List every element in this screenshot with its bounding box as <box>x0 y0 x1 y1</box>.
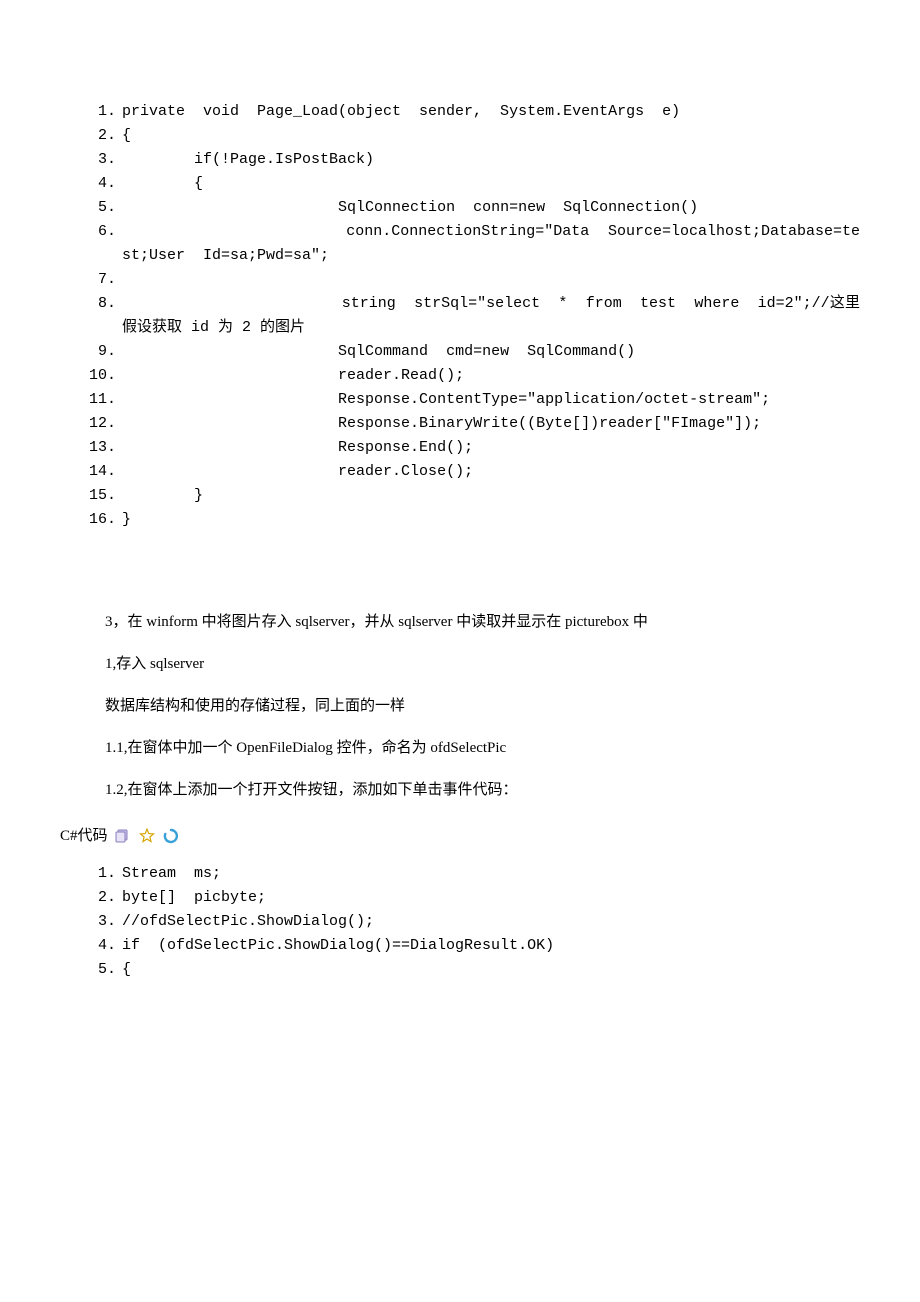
code-line: 6. conn.ConnectionString="Data Source=lo… <box>60 220 860 268</box>
code-text: reader.Close(); <box>122 460 860 484</box>
code-text: Stream ms; <box>122 862 860 886</box>
line-number: 3. <box>60 148 122 172</box>
loading-spinner-icon <box>162 828 180 844</box>
code-line: 13. Response.End(); <box>60 436 860 460</box>
code-text <box>122 268 860 292</box>
line-number: 1. <box>60 100 122 124</box>
code-text: SqlCommand cmd=new SqlCommand() <box>122 340 860 364</box>
code-text: { <box>122 172 860 196</box>
code-label-row: C#代码 <box>60 824 860 848</box>
code-line: 5. SqlConnection conn=new SqlConnection(… <box>60 196 860 220</box>
line-number: 15. <box>60 484 122 508</box>
code-line: 4. if (ofdSelectPic.ShowDialog()==Dialog… <box>60 934 860 958</box>
code-text: conn.ConnectionString="Data Source=local… <box>122 220 860 268</box>
code-text: Response.BinaryWrite((Byte[])reader["FIm… <box>122 412 860 436</box>
code-line: 14. reader.Close(); <box>60 460 860 484</box>
code-block-2: 1. Stream ms; 2. byte[] picbyte; 3. //of… <box>60 862 860 982</box>
code-line: 4. { <box>60 172 860 196</box>
code-text: reader.Read(); <box>122 364 860 388</box>
code-line: 5. { <box>60 958 860 982</box>
document-page: 1. private void Page_Load(object sender,… <box>0 0 920 1072</box>
code-line: 9. SqlCommand cmd=new SqlCommand() <box>60 340 860 364</box>
code-text: { <box>122 124 860 148</box>
paragraph: 3，在 winform 中将图片存入 sqlserver，并从 sqlserve… <box>60 610 860 634</box>
line-number: 10. <box>60 364 122 388</box>
paragraph: 1.2,在窗体上添加一个打开文件按钮，添加如下单击事件代码： <box>60 778 860 802</box>
line-number: 1. <box>60 862 122 886</box>
code-line: 7. <box>60 268 860 292</box>
code-text: byte[] picbyte; <box>122 886 860 910</box>
code-line: 1. Stream ms; <box>60 862 860 886</box>
star-icon[interactable] <box>138 828 156 844</box>
code-line: 8. string strSql="select * from test whe… <box>60 292 860 340</box>
line-number: 4. <box>60 172 122 196</box>
line-number: 9. <box>60 340 122 364</box>
line-number: 5. <box>60 958 122 982</box>
code-text: Response.End(); <box>122 436 860 460</box>
code-line: 11. Response.ContentType="application/oc… <box>60 388 860 412</box>
line-number: 14. <box>60 460 122 484</box>
code-line: 15. } <box>60 484 860 508</box>
line-number: 11. <box>60 388 122 412</box>
line-number: 6. <box>60 220 122 244</box>
line-number: 3. <box>60 910 122 934</box>
code-line: 1. private void Page_Load(object sender,… <box>60 100 860 124</box>
code-text: private void Page_Load(object sender, Sy… <box>122 100 860 124</box>
line-number: 4. <box>60 934 122 958</box>
paragraph: 1,存入 sqlserver <box>60 652 860 676</box>
code-text: } <box>122 508 860 532</box>
code-language-label: C#代码 <box>60 824 108 848</box>
code-text: SqlConnection conn=new SqlConnection() <box>122 196 860 220</box>
code-line: 2. { <box>60 124 860 148</box>
code-text: //ofdSelectPic.ShowDialog(); <box>122 910 860 934</box>
code-block-1: 1. private void Page_Load(object sender,… <box>60 100 860 532</box>
copy-icon[interactable] <box>114 828 132 844</box>
line-number: 13. <box>60 436 122 460</box>
line-number: 16. <box>60 508 122 532</box>
code-line: 10. reader.Read(); <box>60 364 860 388</box>
line-number: 5. <box>60 196 122 220</box>
code-line: 3. if(!Page.IsPostBack) <box>60 148 860 172</box>
code-text: } <box>122 484 860 508</box>
line-number: 7. <box>60 268 122 292</box>
line-number: 12. <box>60 412 122 436</box>
code-text: { <box>122 958 860 982</box>
paragraph: 1.1,在窗体中加一个 OpenFileDialog 控件，命名为 ofdSel… <box>60 736 860 760</box>
paragraph: 数据库结构和使用的存储过程，同上面的一样 <box>60 694 860 718</box>
code-text: string strSql="select * from test where … <box>122 292 860 340</box>
code-text: if(!Page.IsPostBack) <box>122 148 860 172</box>
code-text: Response.ContentType="application/octet-… <box>122 388 860 412</box>
code-line: 3. //ofdSelectPic.ShowDialog(); <box>60 910 860 934</box>
line-number: 8. <box>60 292 122 316</box>
code-text: if (ofdSelectPic.ShowDialog()==DialogRes… <box>122 934 860 958</box>
line-number: 2. <box>60 124 122 148</box>
line-number: 2. <box>60 886 122 910</box>
code-line: 16. } <box>60 508 860 532</box>
code-line: 2. byte[] picbyte; <box>60 886 860 910</box>
code-line: 12. Response.BinaryWrite((Byte[])reader[… <box>60 412 860 436</box>
